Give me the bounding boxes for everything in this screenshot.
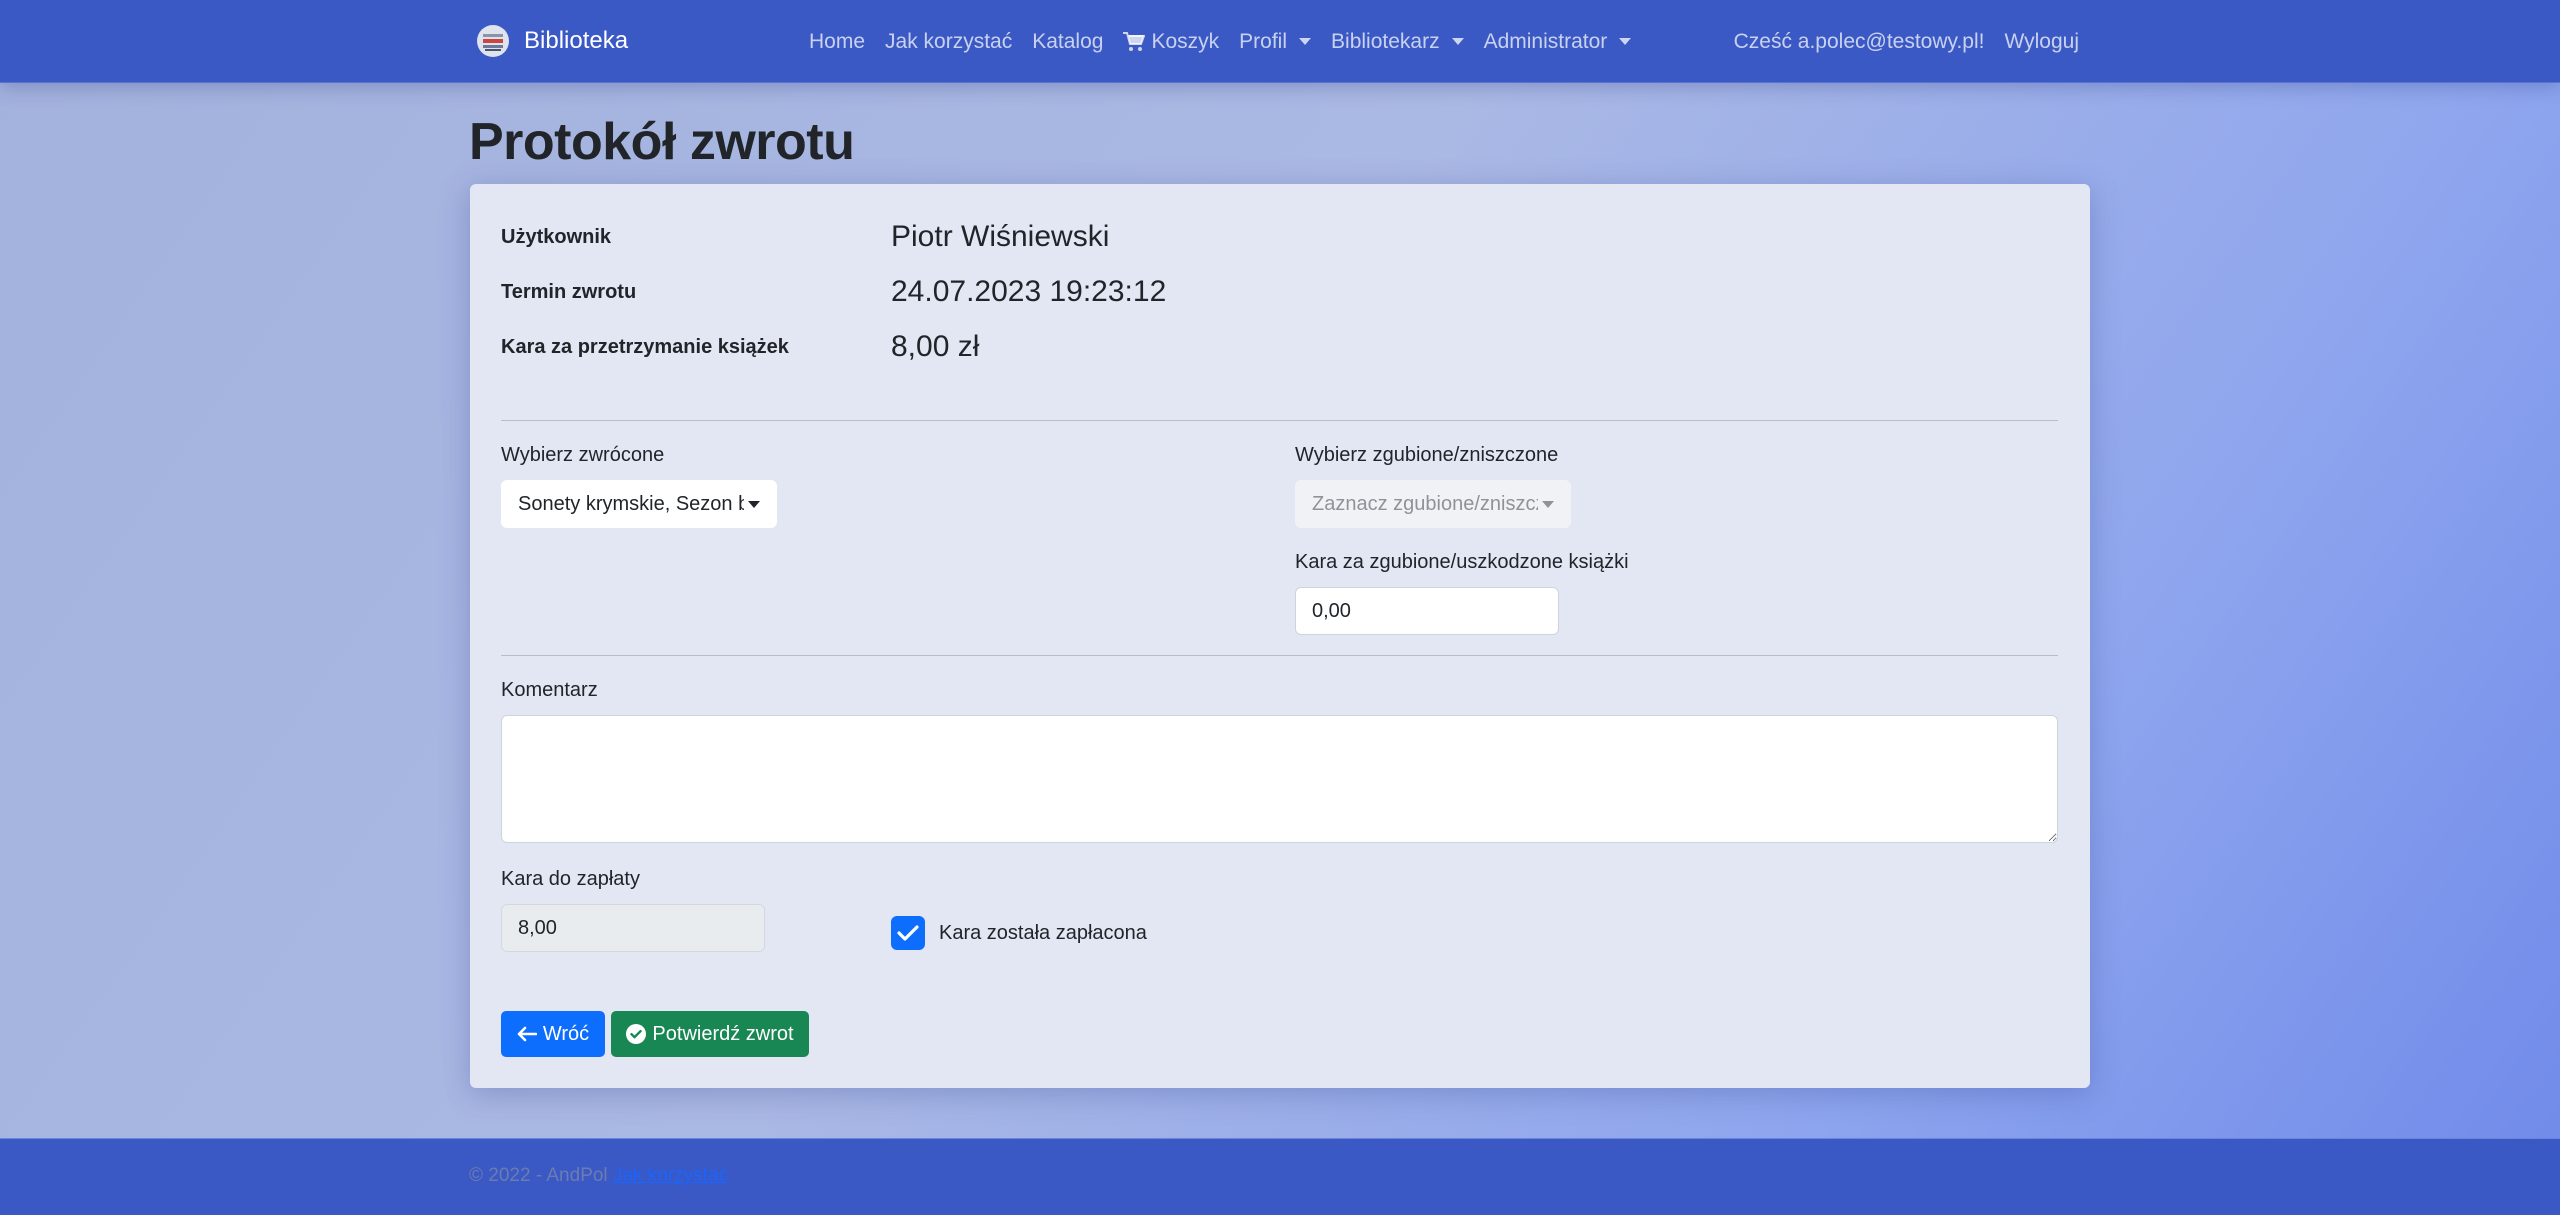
- greeting-text: Cześć a.polec@testowy.pl!: [1733, 29, 1985, 53]
- logout-link[interactable]: Wyloguj: [2004, 30, 2079, 54]
- nav-admin-dropdown[interactable]: Administrator: [1474, 30, 1642, 54]
- fee-paid-checkbox[interactable]: [891, 916, 925, 950]
- total-fee-label: Kara do zapłaty: [501, 868, 640, 890]
- checkmark-icon: [897, 925, 919, 941]
- check-circle-icon: [626, 1024, 647, 1044]
- comment-label: Komentarz: [501, 679, 598, 701]
- fee-paid-label[interactable]: Kara została zapłacona: [939, 922, 1147, 945]
- chevron-down-icon: [1299, 38, 1312, 45]
- chevron-down-icon: [1542, 500, 1554, 508]
- page-title: Protokół zwrotu: [469, 113, 855, 171]
- nav-profile-label: Profil: [1239, 29, 1288, 53]
- return-protocol-card: Użytkownik Piotr Wiśniewski Termin zwrot…: [470, 184, 2090, 1088]
- nav-librarian-label: Bibliotekarz: [1331, 29, 1440, 53]
- chevron-down-icon: [748, 500, 760, 508]
- divider: [501, 420, 2058, 421]
- nav-home-label: Home: [809, 29, 866, 53]
- chevron-down-icon: [1451, 38, 1464, 45]
- nav-how-to-use[interactable]: Jak korzystać: [875, 30, 1022, 54]
- info-due-row: Termin zwrotu 24.07.2023 19:23:12: [501, 275, 1166, 309]
- lost-fee-label: Kara za zgubione/uszkodzone książki: [1295, 551, 1629, 573]
- late-fee-value: 8,00 zł: [891, 330, 980, 363]
- footer-how-to-use-link[interactable]: Jak korzystać: [613, 1165, 728, 1186]
- nav-user-area: Cześć a.polec@testowy.pl! Wyloguj: [1734, 0, 2079, 83]
- nav-librarian-dropdown[interactable]: Bibliotekarz: [1321, 30, 1474, 54]
- cart-icon: [1123, 31, 1146, 51]
- nav-how-to-use-label: Jak korzystać: [885, 29, 1013, 53]
- due-date-value: 24.07.2023 19:23:12: [891, 275, 1167, 308]
- nav-greeting[interactable]: Cześć a.polec@testowy.pl!: [1734, 30, 1985, 54]
- nav-catalog-label: Katalog: [1032, 29, 1104, 53]
- nav-catalog[interactable]: Katalog: [1022, 30, 1113, 54]
- lost-books-placeholder: Zaznacz zgubione/zniszcz: [1312, 492, 1538, 515]
- navbar: Biblioteka Home Jak korzystać Katalog Ko…: [0, 0, 2560, 83]
- footer-text: © 2022 - AndPol Jak korzystać: [469, 1165, 728, 1187]
- nav-profile-dropdown[interactable]: Profil: [1229, 30, 1321, 54]
- returned-books-select[interactable]: Sonety krymskie, Sezon b: [501, 480, 777, 528]
- footer: © 2022 - AndPol Jak korzystać: [0, 1138, 2560, 1215]
- divider: [501, 655, 2058, 656]
- returned-books-label: Wybierz zwrócone: [501, 444, 665, 466]
- nav-menu: Home Jak korzystać Katalog Koszyk Profil…: [809, 0, 1641, 83]
- nav-home[interactable]: Home: [809, 30, 875, 54]
- lost-fee-input[interactable]: [1295, 587, 1559, 635]
- footer-copyright: © 2022 - AndPol: [469, 1165, 608, 1186]
- total-fee-input: [501, 904, 765, 952]
- logout-label: Wyloguj: [2004, 29, 2079, 53]
- due-date-label: Termin zwrotu: [501, 280, 637, 303]
- user-label: Użytkownik: [501, 225, 612, 248]
- info-late-fee-row: Kara za przetrzymanie książek 8,00 zł: [501, 330, 979, 364]
- lost-books-label: Wybierz zgubione/zniszczone: [1295, 444, 1559, 466]
- chevron-down-icon: [1619, 38, 1632, 45]
- lost-books-select[interactable]: Zaznacz zgubione/zniszcz: [1295, 480, 1571, 528]
- returned-books-value: Sonety krymskie, Sezon b: [518, 492, 744, 515]
- back-button-label: Wróć: [542, 1022, 590, 1045]
- brand-link[interactable]: Biblioteka: [476, 20, 628, 62]
- back-button[interactable]: Wróć: [501, 1011, 605, 1057]
- brand-name: Biblioteka: [524, 27, 629, 54]
- library-logo-icon: [477, 25, 509, 57]
- fee-paid-checkbox-group: Kara została zapłacona: [891, 916, 1147, 950]
- late-fee-label: Kara za przetrzymanie książek: [501, 335, 789, 358]
- nav-admin-label: Administrator: [1483, 29, 1608, 53]
- nav-cart[interactable]: Koszyk: [1113, 30, 1229, 54]
- arrow-left-icon: [517, 1026, 537, 1042]
- confirm-return-button[interactable]: Potwierdź zwrot: [611, 1011, 809, 1057]
- info-user-row: Użytkownik Piotr Wiśniewski: [501, 220, 1109, 254]
- user-value: Piotr Wiśniewski: [891, 220, 1110, 253]
- nav-cart-label: Koszyk: [1151, 29, 1220, 53]
- confirm-return-label: Potwierdź zwrot: [652, 1022, 794, 1045]
- comment-textarea[interactable]: [501, 715, 2058, 843]
